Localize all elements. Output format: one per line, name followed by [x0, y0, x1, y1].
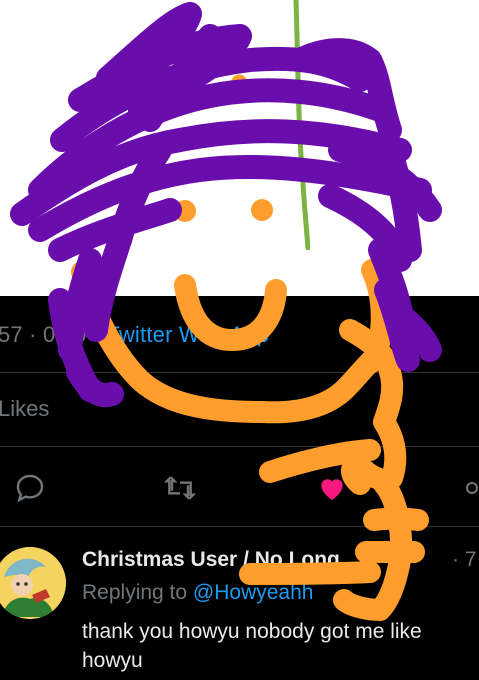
likes-count[interactable]: Likes	[0, 396, 49, 422]
attached-image-area	[0, 0, 479, 296]
tweet-time-hidden: 0	[43, 322, 56, 347]
divider	[0, 526, 479, 527]
reply-tweet[interactable]: Christmas User / No Long... · 7 Replying…	[0, 535, 479, 680]
avatar[interactable]	[0, 547, 66, 619]
tweet-source-link[interactable]: Twitter Web App	[106, 322, 269, 347]
reply-display-name[interactable]: Christmas User / No Long...	[82, 548, 357, 572]
share-icon[interactable]	[462, 478, 479, 498]
tweet-time: 57 ·	[0, 322, 44, 347]
reply-icon[interactable]	[14, 472, 46, 504]
heart-icon[interactable]	[316, 472, 348, 504]
likes-label: Likes	[0, 396, 50, 421]
reply-time-fragment: · 7	[452, 548, 477, 571]
replying-prefix: Replying to	[82, 581, 193, 604]
replying-to-line: Replying to @Howyeahh	[82, 581, 313, 605]
retweet-icon[interactable]	[163, 472, 197, 504]
image-green-stem	[293, 0, 310, 250]
divider	[0, 446, 479, 447]
tweet-date: 20 ·	[55, 322, 107, 347]
divider	[0, 372, 479, 373]
reply-text: thank you howyu nobody got me like howyu	[82, 620, 422, 672]
tweet-timestamp-row: 57 · 0 20 · Twitter Web App	[0, 322, 269, 348]
replying-handle-link[interactable]: @Howyeahh	[193, 581, 314, 604]
